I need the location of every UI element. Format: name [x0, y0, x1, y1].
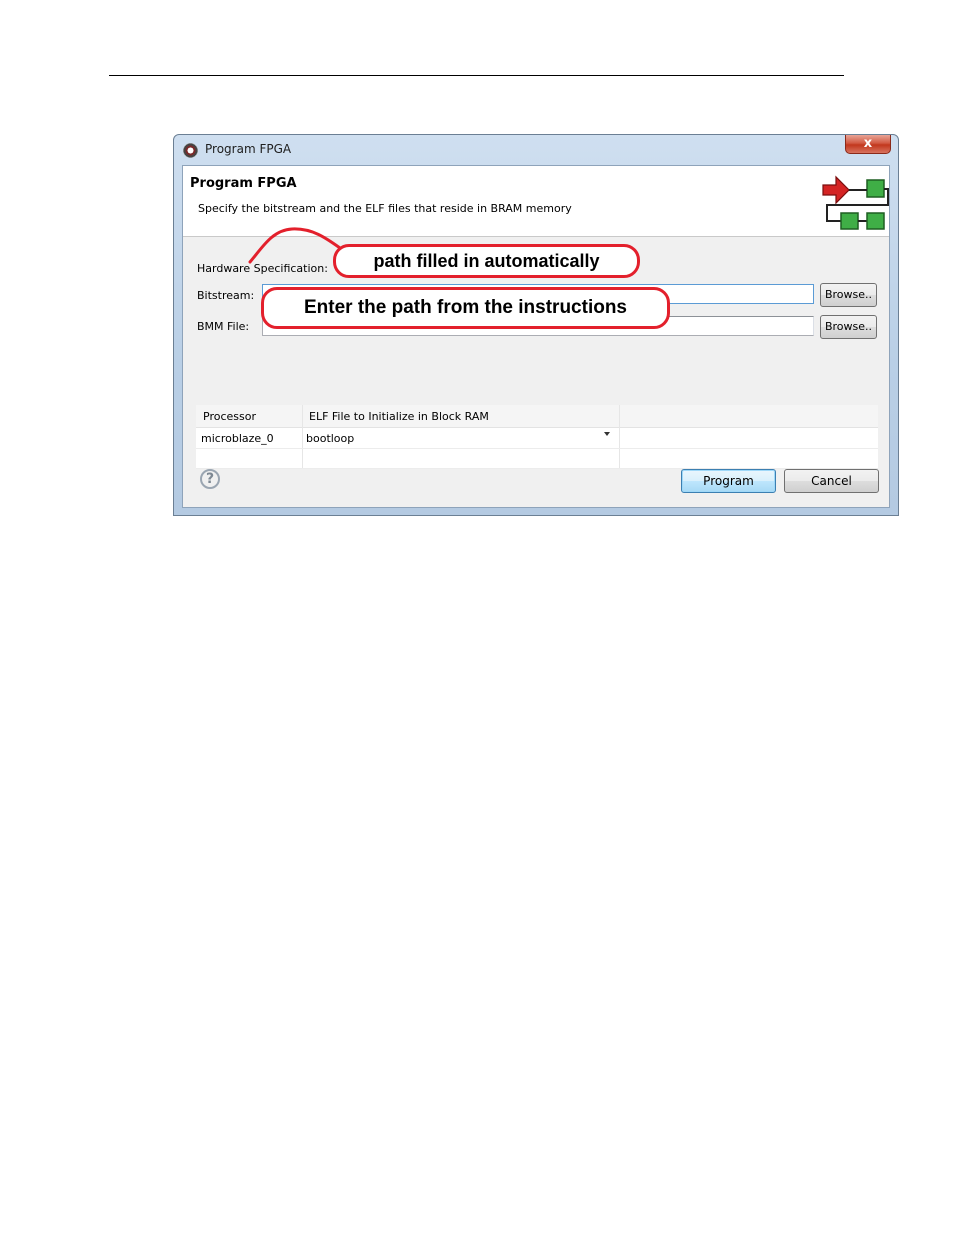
annotation-enter-path: Enter the path from the instructions [261, 287, 670, 329]
annotation-pointer-stroke [248, 227, 342, 264]
annotation-path-filled-automatically: path filled in automatically [333, 244, 640, 278]
